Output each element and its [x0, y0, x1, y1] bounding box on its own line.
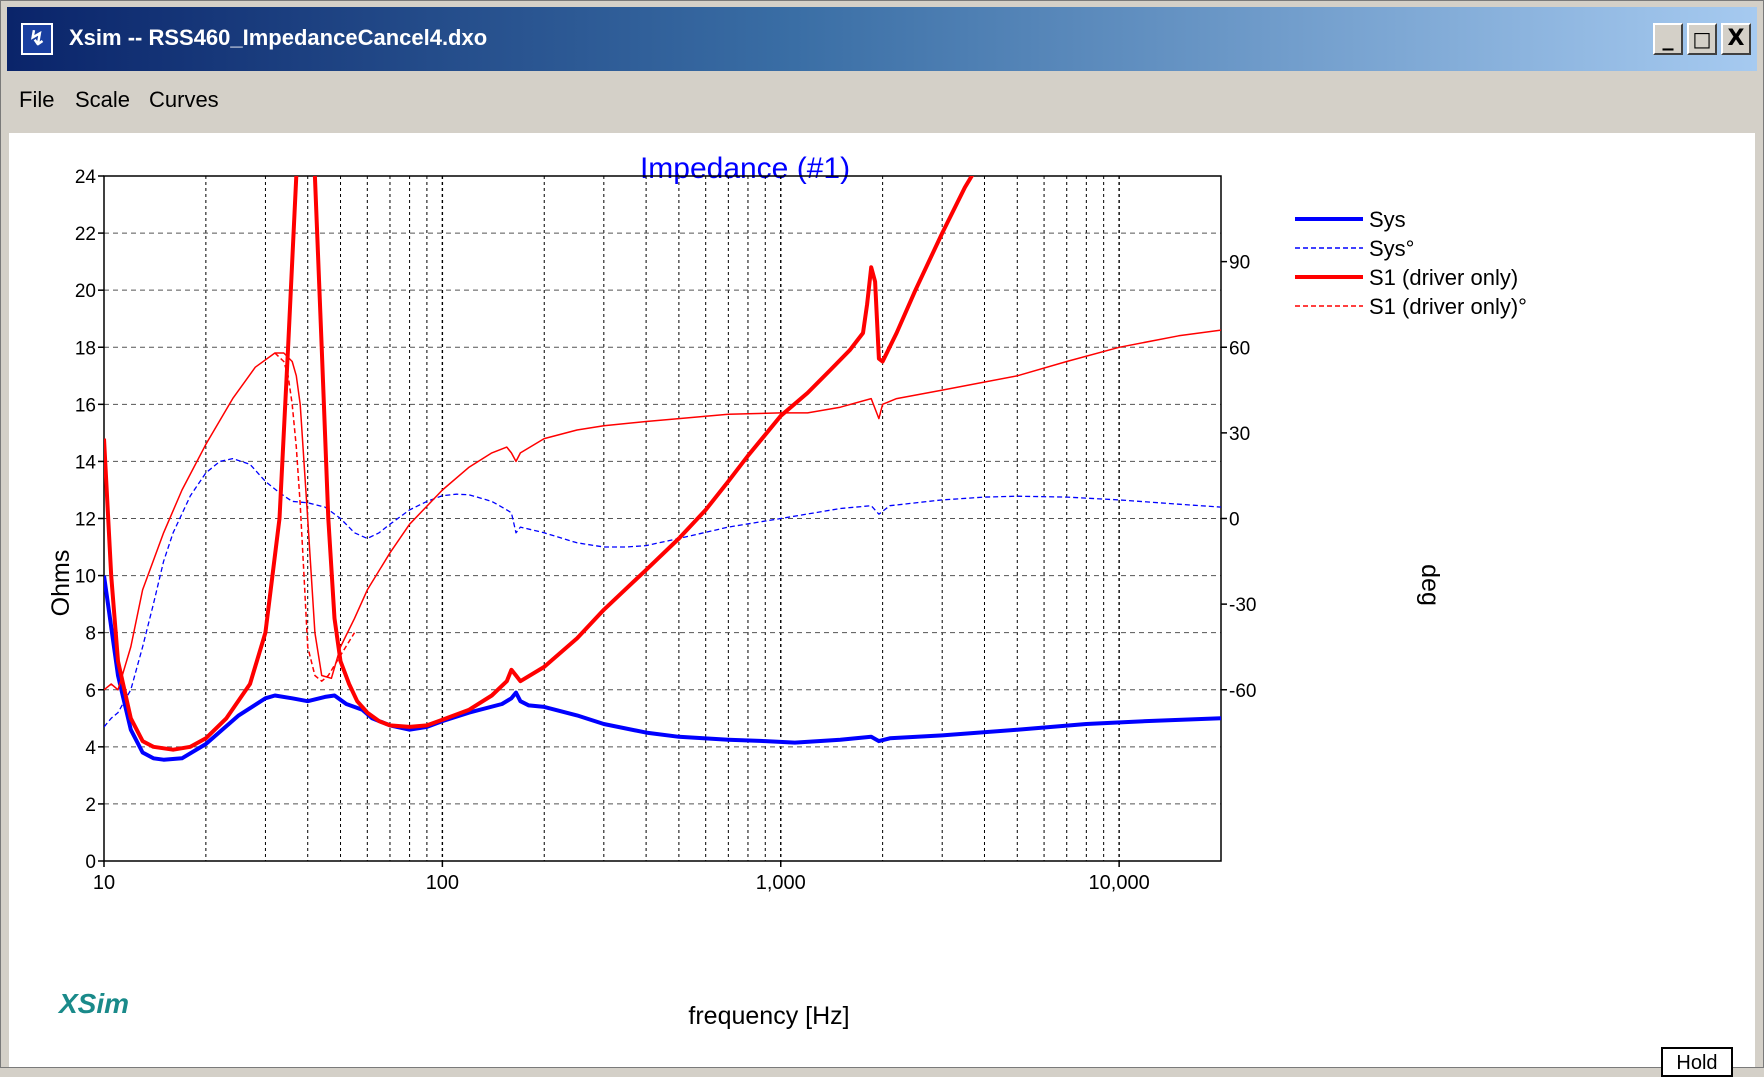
- series-line-0: [104, 575, 1221, 762]
- y-tick-label: 10: [75, 567, 96, 588]
- y-tick-label: 4: [85, 738, 96, 759]
- x-tick-label: 10,000: [1089, 872, 1150, 894]
- series-line-3: [104, 329, 1221, 691]
- y-tick-label: 2: [85, 795, 96, 816]
- x-tick-label: 1,000: [756, 872, 806, 894]
- hold-button[interactable]: Hold: [1661, 1047, 1733, 1077]
- y-tick-label: 6: [85, 681, 96, 702]
- y-axis-label: Ohms: [47, 550, 75, 617]
- y-tick-label: 24: [75, 167, 97, 188]
- legend-label: S1 (driver only): [1369, 265, 1518, 290]
- y2-tick-label: -30: [1229, 595, 1256, 616]
- y-tick-label: 16: [75, 395, 96, 416]
- app-chart-icon[interactable]: ↯: [21, 23, 53, 55]
- y2-tick-label: 0: [1229, 510, 1240, 531]
- app-window: ↯ Xsim -- RSS460_ImpedanceCancel4.dxo _ …: [0, 0, 1764, 1077]
- legend-label: S1 (driver only)°: [1369, 294, 1527, 319]
- menu-curves[interactable]: Curves: [149, 87, 219, 113]
- x-tick-label: 10: [93, 872, 115, 894]
- y-tick-label: 12: [75, 510, 96, 531]
- impedance-chart: Impedance (#1) frequency [Hz] Ohms deg X…: [47, 152, 1527, 1030]
- xsim-logo: XSim: [57, 988, 129, 1019]
- x-tick-label: 100: [426, 872, 459, 894]
- menu-scale[interactable]: Scale: [75, 87, 130, 113]
- window-title: Xsim -- RSS460_ImpedanceCancel4.dxo: [69, 25, 488, 50]
- maximize-button[interactable]: □: [1687, 23, 1717, 55]
- chart-area: Impedance (#1) frequency [Hz] Ohms deg X…: [9, 133, 1755, 1067]
- x-axis-label: frequency [Hz]: [688, 1002, 849, 1030]
- y-tick-label: 22: [75, 224, 96, 245]
- y2-tick-label: 30: [1229, 424, 1250, 445]
- y-tick-label: 8: [85, 624, 96, 645]
- close-button[interactable]: X: [1721, 23, 1751, 55]
- menu-file[interactable]: File: [19, 87, 54, 113]
- y2-tick-label: -60: [1229, 681, 1256, 702]
- y2-tick-label: 60: [1229, 338, 1250, 359]
- y-tick-label: 14: [75, 452, 97, 473]
- legend-label: Sys: [1369, 207, 1406, 232]
- minimize-button[interactable]: _: [1653, 23, 1683, 55]
- menu-bar: File Scale Curves: [7, 73, 1757, 129]
- y-tick-label: 18: [75, 338, 96, 359]
- y2-axis-label: deg: [1416, 564, 1444, 606]
- y-tick-label: 20: [75, 281, 96, 302]
- title-bar[interactable]: ↯ Xsim -- RSS460_ImpedanceCancel4.dxo _ …: [7, 7, 1757, 71]
- chart-title: Impedance (#1): [640, 152, 850, 185]
- legend-label: Sys°: [1369, 236, 1414, 261]
- y2-tick-label: 90: [1229, 253, 1250, 274]
- y-tick-label: 0: [85, 852, 96, 873]
